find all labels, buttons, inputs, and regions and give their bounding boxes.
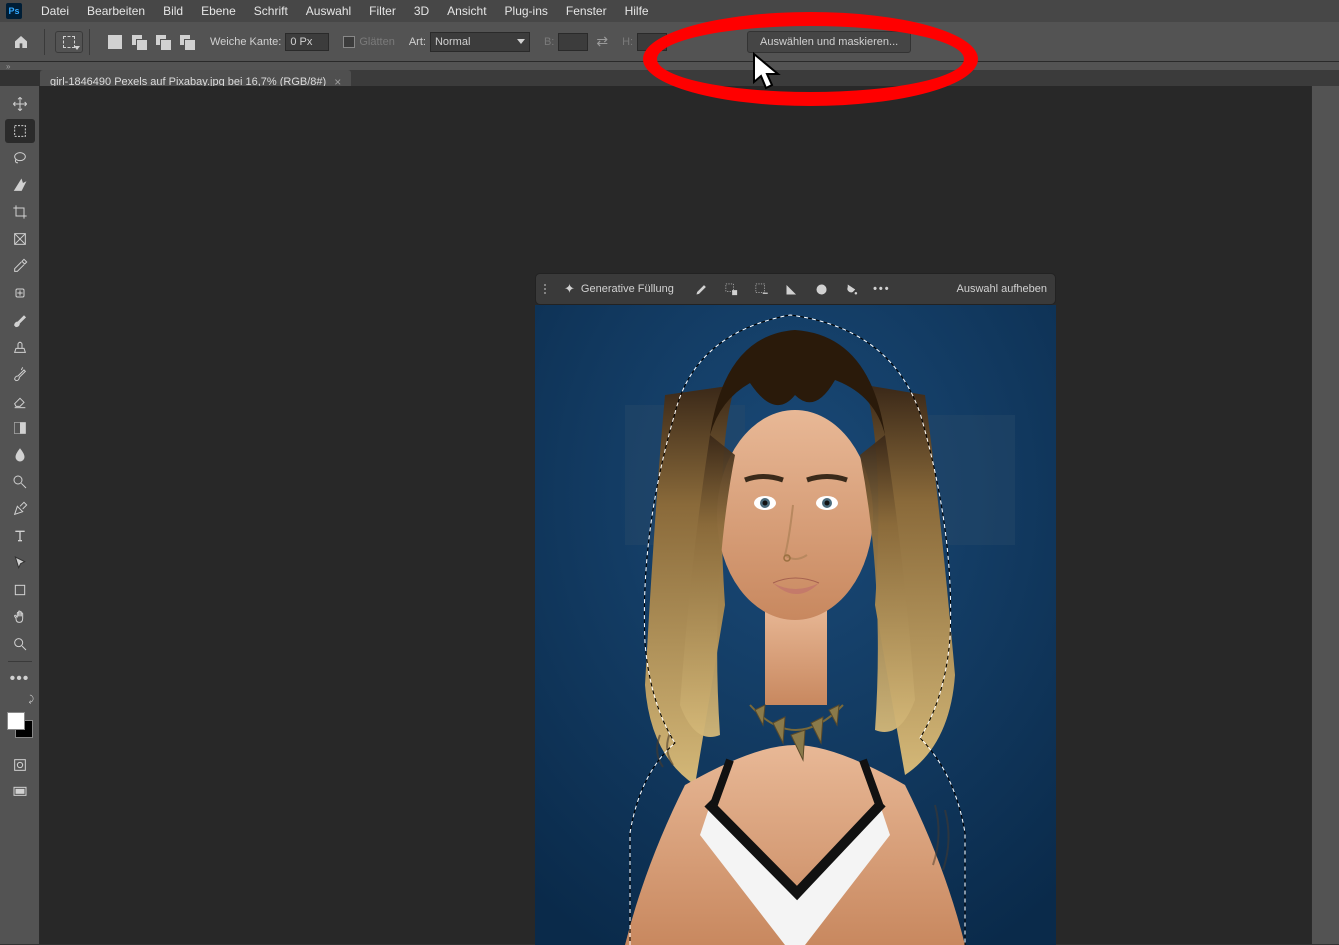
separator — [8, 661, 32, 662]
lasso-tool[interactable] — [5, 146, 35, 170]
canvas-area[interactable]: ✦ Generative Füllung ••• Auswahl aufhebe… — [40, 86, 1311, 944]
menu-layer[interactable]: Ebene — [192, 2, 245, 20]
pen-tool[interactable] — [5, 497, 35, 521]
menu-3d[interactable]: 3D — [405, 2, 438, 20]
style-label: Art: — [409, 36, 426, 48]
right-panel-gutter[interactable] — [1311, 86, 1339, 944]
feather-input[interactable] — [285, 33, 329, 51]
width-input — [558, 33, 588, 51]
eraser-tool[interactable] — [5, 389, 35, 413]
shape-tool[interactable] — [5, 578, 35, 602]
options-bar: Weiche Kante: Glätten Art: Normal B: ⇄ H… — [0, 22, 1339, 62]
chevron-down-icon — [74, 46, 80, 50]
move-tool[interactable] — [5, 92, 35, 116]
crop-tool[interactable] — [5, 200, 35, 224]
selection-add-icon[interactable] — [130, 33, 148, 51]
menu-file[interactable]: Datei — [32, 2, 78, 20]
marquee-tool[interactable] — [5, 119, 35, 143]
menu-view[interactable]: Ansicht — [438, 2, 495, 20]
photoshop-logo-icon: Ps — [6, 3, 22, 19]
home-icon — [13, 34, 29, 50]
history-brush-tool[interactable] — [5, 362, 35, 386]
antialias-label: Glätten — [359, 36, 394, 48]
height-label: H: — [622, 36, 633, 48]
swap-colors-icon[interactable]: ⤸ — [29, 694, 34, 705]
menu-help[interactable]: Hilfe — [616, 2, 658, 20]
home-button[interactable] — [4, 25, 38, 59]
eyedropper-tool[interactable] — [5, 254, 35, 278]
separator — [44, 29, 45, 55]
tool-panel: ••• ⤸ — [0, 86, 40, 944]
antialias-checkbox[interactable] — [343, 36, 355, 48]
clone-stamp-tool[interactable] — [5, 335, 35, 359]
menu-bar: Ps Datei Bearbeiten Bild Ebene Schrift A… — [0, 0, 1339, 22]
selection-new-icon[interactable] — [106, 33, 124, 51]
active-tool-indicator[interactable] — [55, 31, 83, 53]
quick-select-tool[interactable] — [5, 173, 35, 197]
hand-tool[interactable] — [5, 605, 35, 629]
quickmask-button[interactable] — [5, 753, 35, 777]
frame-tool[interactable] — [5, 227, 35, 251]
style-value: Normal — [435, 36, 470, 48]
screenmode-button[interactable] — [5, 780, 35, 804]
height-input — [637, 33, 667, 51]
gradient-tool[interactable] — [5, 416, 35, 440]
edit-toolbar-button[interactable]: ••• — [5, 667, 35, 691]
expand-handle[interactable]: » — [0, 62, 1339, 70]
zoom-tool[interactable] — [5, 632, 35, 656]
chevron-down-icon — [517, 39, 525, 44]
menu-filter[interactable]: Filter — [360, 2, 405, 20]
select-and-mask-button[interactable]: Auswählen und maskieren... — [747, 31, 911, 53]
separator — [89, 29, 90, 55]
color-swatches[interactable] — [7, 712, 33, 738]
menu-edit[interactable]: Bearbeiten — [78, 2, 154, 20]
selection-ants — [535, 273, 1056, 945]
selection-subtract-icon[interactable] — [154, 33, 172, 51]
width-label: B: — [544, 36, 554, 48]
swap-dimensions-icon[interactable]: ⇄ — [596, 33, 608, 50]
menu-image[interactable]: Bild — [154, 2, 192, 20]
menu-plugins[interactable]: Plug-ins — [496, 2, 557, 20]
brush-tool[interactable] — [5, 308, 35, 332]
blur-tool[interactable] — [5, 443, 35, 467]
menu-window[interactable]: Fenster — [557, 2, 616, 20]
selection-intersect-icon[interactable] — [178, 33, 196, 51]
menu-type[interactable]: Schrift — [245, 2, 297, 20]
document-image[interactable]: ✦ Generative Füllung ••• Auswahl aufhebe… — [535, 273, 1056, 945]
type-tool[interactable] — [5, 524, 35, 548]
style-dropdown[interactable]: Normal — [430, 32, 530, 52]
path-select-tool[interactable] — [5, 551, 35, 575]
dodge-tool[interactable] — [5, 470, 35, 494]
foreground-color[interactable] — [7, 712, 25, 730]
feather-label: Weiche Kante: — [210, 36, 281, 48]
selection-mode-group — [106, 33, 196, 51]
healing-brush-tool[interactable] — [5, 281, 35, 305]
menu-select[interactable]: Auswahl — [297, 2, 360, 20]
